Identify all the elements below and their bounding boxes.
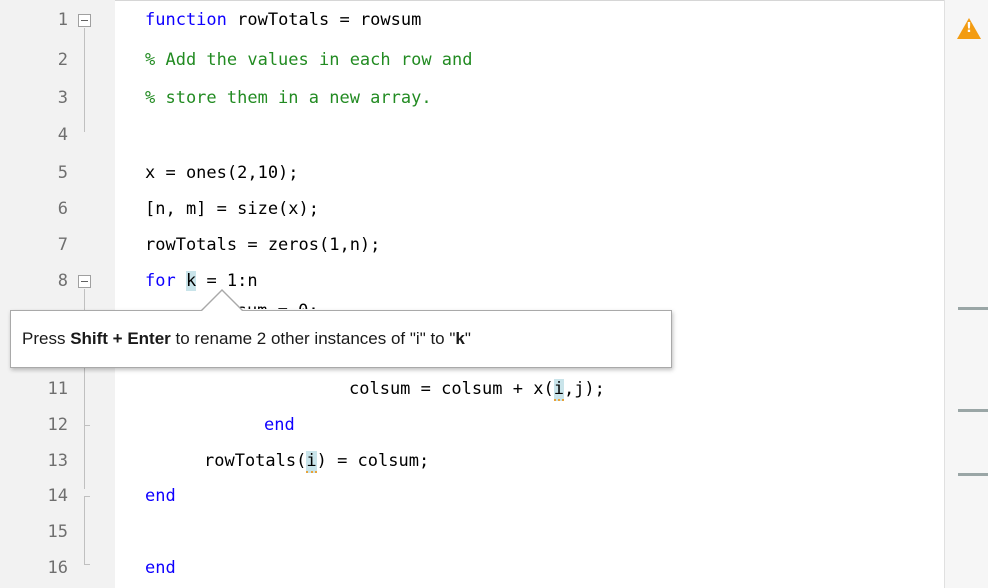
code-line-5[interactable]: x = ones(2,10); xyxy=(145,163,299,183)
code-line-8[interactable]: for k = 1:n xyxy=(145,271,258,291)
fold-end-tick xyxy=(84,425,90,426)
code-text: colsum = colsum + x( xyxy=(349,379,554,399)
line-number: 11 xyxy=(47,379,68,399)
warning-icon-glyph: ! xyxy=(966,21,972,36)
fold-guide xyxy=(84,28,85,132)
tooltip-shortcut: Shift + Enter xyxy=(70,329,171,348)
keyword: for xyxy=(145,271,176,291)
editor-top-border xyxy=(0,0,988,1)
code-line-11[interactable]: colsum = colsum + x(i,j); xyxy=(349,379,605,401)
line-number: 8 xyxy=(57,271,68,291)
code-line-2[interactable]: % Add the values in each row and xyxy=(145,50,473,70)
fold-toggle-for[interactable] xyxy=(78,275,91,288)
code-text: = 1:n xyxy=(196,271,258,291)
line-number: 1 xyxy=(57,10,68,30)
code-line-13[interactable]: rowTotals(i) = colsum; xyxy=(204,451,430,473)
line-number: 13 xyxy=(47,451,68,471)
fold-guide xyxy=(84,496,85,564)
line-number: 12 xyxy=(47,415,68,435)
code-line-14[interactable]: end xyxy=(145,486,176,506)
tooltip-arrow-fill xyxy=(202,291,242,311)
tooltip-text: Press xyxy=(22,329,71,348)
code-line-1[interactable]: function rowTotals = rowsum xyxy=(145,10,421,30)
line-number: 5 xyxy=(57,163,68,183)
analyzer-marker[interactable] xyxy=(958,409,988,412)
analyzer-marker[interactable] xyxy=(958,307,988,310)
code-text: ,j); xyxy=(563,379,605,399)
analyzer-marker[interactable] xyxy=(958,473,988,476)
variable-instance[interactable]: i xyxy=(306,451,317,473)
line-number: 4 xyxy=(57,125,68,145)
variable-instance[interactable]: i xyxy=(553,379,564,401)
code-text: rowTotals = rowsum xyxy=(226,10,422,30)
line-number: 15 xyxy=(47,522,68,542)
fold-toggle-function[interactable] xyxy=(78,14,91,27)
code-text: ) = colsum; xyxy=(316,451,430,471)
fold-end-tick xyxy=(84,564,90,565)
line-number: 2 xyxy=(57,50,68,70)
code-line-6[interactable]: [n, m] = size(x); xyxy=(145,199,319,219)
code-line-7[interactable]: rowTotals = zeros(1,n); xyxy=(145,235,380,255)
code-line-3[interactable]: % store them in a new array. xyxy=(145,88,432,108)
line-number: 3 xyxy=(57,88,68,108)
line-number: 6 xyxy=(57,199,68,219)
keyword: function xyxy=(145,10,227,30)
code-text: rowTotals( xyxy=(204,451,307,471)
tooltip-text: to rename 2 other instances of "i" to " xyxy=(170,329,456,348)
code-line-12[interactable]: end xyxy=(264,415,295,435)
code-line-16[interactable]: end xyxy=(145,558,176,578)
rename-tooltip: Press Shift + Enter to rename 2 other in… xyxy=(10,310,672,368)
renamed-variable[interactable]: k xyxy=(185,271,197,291)
tooltip-new-name: k xyxy=(455,329,465,348)
code-editor[interactable]: 1 2 3 4 5 6 7 8 11 12 13 14 15 16 functi… xyxy=(0,0,988,588)
code-analyzer-strip xyxy=(944,0,988,588)
tooltip-text: " xyxy=(464,329,471,348)
line-number: 14 xyxy=(47,486,68,506)
line-number: 7 xyxy=(57,235,68,255)
line-number: 16 xyxy=(47,558,68,578)
